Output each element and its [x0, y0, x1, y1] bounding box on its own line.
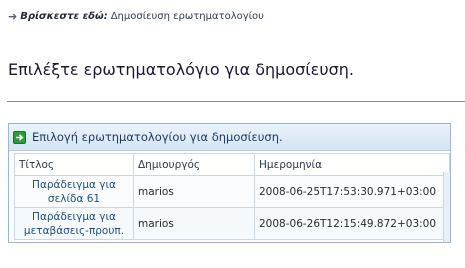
panel-title: Επιλογή ερωτηματολογίου για δημοσίευση.: [32, 130, 283, 144]
page: ➜ Βρίσκεστε εδώ: Δημοσίευση ερωτηματολογ…: [0, 0, 465, 268]
breadcrumb: ➜ Βρίσκεστε εδώ: Δημοσίευση ερωτηματολογ…: [8, 10, 264, 23]
arrow-right-icon: ➜: [8, 10, 18, 23]
divider: [7, 101, 465, 102]
table-header-row: Τίτλος Δημιουργός Ημερομηνία: [14, 153, 450, 176]
title-line-2: μεταβάσεις-προυπ.: [23, 224, 125, 237]
creator-cell: marios: [133, 207, 255, 240]
go-arrow-icon: [13, 130, 26, 144]
title-line-2: σελίδα 61: [47, 192, 101, 205]
questionnaire-link[interactable]: Παράδειγμα για σελίδα 61: [32, 179, 116, 205]
title-cell: Παράδειγμα για σελίδα 61: [14, 175, 134, 208]
questionnaire-panel: Επιλογή ερωτηματολογίου για δημοσίευση. …: [8, 123, 451, 243]
date-cell: 2008-06-26T12:15:49.872+03:00: [254, 207, 450, 240]
title-line-1: Παράδειγμα για: [32, 210, 116, 223]
date-cell: 2008-06-25T17:53:30.971+03:00: [254, 175, 450, 208]
column-header-title: Τίτλος: [14, 153, 134, 176]
column-header-date: Ημερομηνία: [254, 153, 450, 176]
title-line-1: Παράδειγμα για: [32, 178, 116, 191]
breadcrumb-current: Δημοσίευση ερωτηματολογίου: [110, 11, 264, 22]
table-row: Παράδειγμα για σελίδα 61 marios 2008-06-…: [14, 175, 450, 208]
questionnaire-link[interactable]: Παράδειγμα για μεταβάσεις-προυπ.: [24, 211, 124, 237]
title-cell: Παράδειγμα για μεταβάσεις-προυπ.: [14, 207, 134, 240]
table-row: Παράδειγμα για μεταβάσεις-προυπ. marios …: [14, 207, 450, 240]
questionnaire-table: Τίτλος Δημιουργός Ημερομηνία Παράδειγμα …: [14, 153, 450, 240]
column-header-creator: Δημιουργός: [133, 153, 255, 176]
scrollbar[interactable]: [443, 172, 450, 242]
panel-header: Επιλογή ερωτηματολογίου για δημοσίευση.: [9, 124, 450, 151]
page-title: Επιλέξτε ερωτηματολόγιο για δημοσίευση.: [8, 60, 354, 79]
creator-cell: marios: [133, 175, 255, 208]
breadcrumb-prefix: Βρίσκεστε εδώ:: [20, 11, 108, 22]
